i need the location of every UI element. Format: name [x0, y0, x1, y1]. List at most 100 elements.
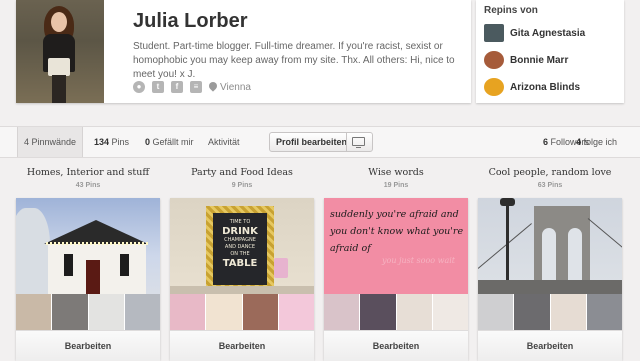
followers-count: 6 [543, 137, 549, 147]
rss-icon[interactable]: ≡ [190, 81, 202, 93]
board-thumbnails [324, 294, 468, 330]
board-card[interactable]: Bearbeiten [478, 198, 622, 361]
edit-profile-label: Profil bearbeiten [276, 137, 348, 147]
board-thumbnail[interactable] [478, 294, 515, 330]
repin-item[interactable]: Arizona Blinds [484, 78, 580, 96]
board-edit-button[interactable]: Bearbeiten [16, 330, 160, 361]
board-thumbnail[interactable] [586, 294, 622, 330]
tab-likes[interactable]: 0 Gefällt mir [139, 127, 200, 157]
avatar-legs [52, 75, 66, 103]
board-pin-count: 43 Pins [75, 182, 101, 189]
board-thumbnail[interactable] [242, 294, 279, 330]
board-cover-image[interactable]: TIME TO DRINK CHAMPAGNE AND DANCE ON THE… [170, 198, 314, 294]
board-cover-image[interactable]: suddenly you're afraid and you don't kno… [324, 198, 468, 294]
board-thumbnails [170, 294, 314, 330]
edit-profile-button[interactable]: Profil bearbeiten [269, 132, 373, 152]
board-thumbnail[interactable] [514, 294, 551, 330]
board-thumbnail[interactable] [16, 294, 53, 330]
tab-likes-label: Gefällt mir [152, 137, 194, 147]
facebook-icon[interactable]: f [171, 81, 183, 93]
repin-avatar [484, 51, 504, 69]
avatar[interactable] [16, 0, 104, 103]
cover-lamp-head [500, 198, 515, 206]
tab-pins-label: Pins [111, 137, 130, 147]
repins-panel: Repins von Gita Agnestasia Bonnie Marr A… [476, 0, 624, 103]
board-thumbnails [16, 294, 160, 330]
board-card[interactable]: Bearbeiten [16, 198, 160, 361]
board-pin-count: 9 Pins [231, 182, 253, 189]
tab-boards-label: Pinnwände [31, 137, 77, 147]
tab-following[interactable]: 4 folge ich [570, 127, 623, 157]
button-divider [346, 133, 347, 151]
screen-icon[interactable] [352, 137, 365, 148]
cover-gift-box [274, 258, 288, 278]
board-thumbnails [478, 294, 622, 330]
board-title[interactable]: Wise words [324, 166, 468, 180]
poster-line: TIME TO [229, 219, 251, 225]
globe-icon[interactable]: ● [133, 81, 145, 93]
cover-walkway [478, 280, 622, 294]
board-pin-count: 19 Pins [383, 182, 409, 189]
board-edit-button[interactable]: Bearbeiten [324, 330, 468, 361]
board: Party and Food Ideas 9 Pins TIME TO DRIN… [170, 166, 314, 361]
profile-name: Julia Lorber [133, 10, 248, 32]
board-title[interactable]: Party and Food Ideas [170, 166, 314, 180]
following-count: 4 [576, 137, 582, 147]
repin-item[interactable]: Gita Agnestasia [484, 24, 585, 42]
avatar-face [51, 12, 67, 32]
tab-pins[interactable]: 134 Pins [88, 127, 135, 157]
poster-line: TABLE [222, 258, 258, 269]
repin-name: Arizona Blinds [510, 81, 581, 93]
board-cover-image[interactable] [478, 198, 622, 294]
board-thumbnail[interactable] [324, 294, 361, 330]
board-thumbnail[interactable] [396, 294, 433, 330]
poster-line: CHAMPAGNE [224, 237, 256, 243]
cover-lights [46, 242, 148, 245]
board-thumbnail[interactable] [52, 294, 89, 330]
board-thumbnail[interactable] [432, 294, 468, 330]
repins-title: Repins von [484, 5, 538, 16]
profile-header: Julia Lorber Student. Part-time blogger.… [16, 0, 471, 103]
poster-line: DRINK [222, 226, 258, 237]
cover-sideboard [170, 286, 314, 294]
board-title[interactable]: Homes, Interior and stuff [16, 166, 160, 180]
board-thumbnail[interactable] [206, 294, 243, 330]
tab-pins-count: 134 [94, 137, 110, 147]
tab-activity[interactable]: Aktivität [202, 127, 246, 157]
location-text: Vienna [220, 81, 251, 93]
cover-quote: suddenly you're afraid and you don't kno… [330, 209, 464, 254]
cover-window [64, 254, 73, 276]
board-edit-button[interactable]: Bearbeiten [170, 330, 314, 361]
board-thumbnail[interactable] [124, 294, 160, 330]
tab-likes-count: 0 [145, 137, 151, 147]
repin-name: Bonnie Marr [510, 54, 569, 66]
poster-line: ON THE [230, 251, 250, 257]
poster-line: AND DANCE [224, 244, 256, 250]
board-thumbnail[interactable] [278, 294, 314, 330]
board: Wise words 19 Pins suddenly you're afrai… [324, 166, 468, 361]
tab-boards[interactable]: 4 Pinnwände [17, 127, 84, 157]
board: Cool people, random love 63 Pins Bearbei… [478, 166, 622, 361]
board-thumbnail[interactable] [550, 294, 587, 330]
cover-faint-quote: you just sooo wait [382, 256, 456, 265]
profile-bio: Student. Part-time blogger. Full-time dr… [133, 41, 455, 80]
board-thumbnail[interactable] [360, 294, 397, 330]
repin-item[interactable]: Bonnie Marr [484, 51, 568, 69]
board-edit-button[interactable]: Bearbeiten [478, 330, 622, 361]
board: Homes, Interior and stuff 43 Pins Bearbe… [16, 166, 160, 361]
board-thumbnail[interactable] [88, 294, 125, 330]
board-card[interactable]: TIME TO DRINK CHAMPAGNE AND DANCE ON THE… [170, 198, 314, 361]
cover-door [86, 260, 100, 294]
location-pin-icon [209, 82, 217, 93]
repin-avatar [484, 78, 504, 96]
cover-window [120, 254, 129, 276]
repin-name: Gita Agnestasia [510, 27, 586, 39]
repin-avatar [484, 24, 504, 42]
board-card[interactable]: suddenly you're afraid and you don't kno… [324, 198, 468, 361]
board-cover-image[interactable] [16, 198, 160, 294]
social-links: ● t f ≡ Vienna [133, 81, 251, 93]
board-thumbnail[interactable] [170, 294, 207, 330]
tab-boards-count: 4 [24, 137, 30, 147]
board-title[interactable]: Cool people, random love [478, 166, 622, 180]
twitter-icon[interactable]: t [152, 81, 164, 93]
